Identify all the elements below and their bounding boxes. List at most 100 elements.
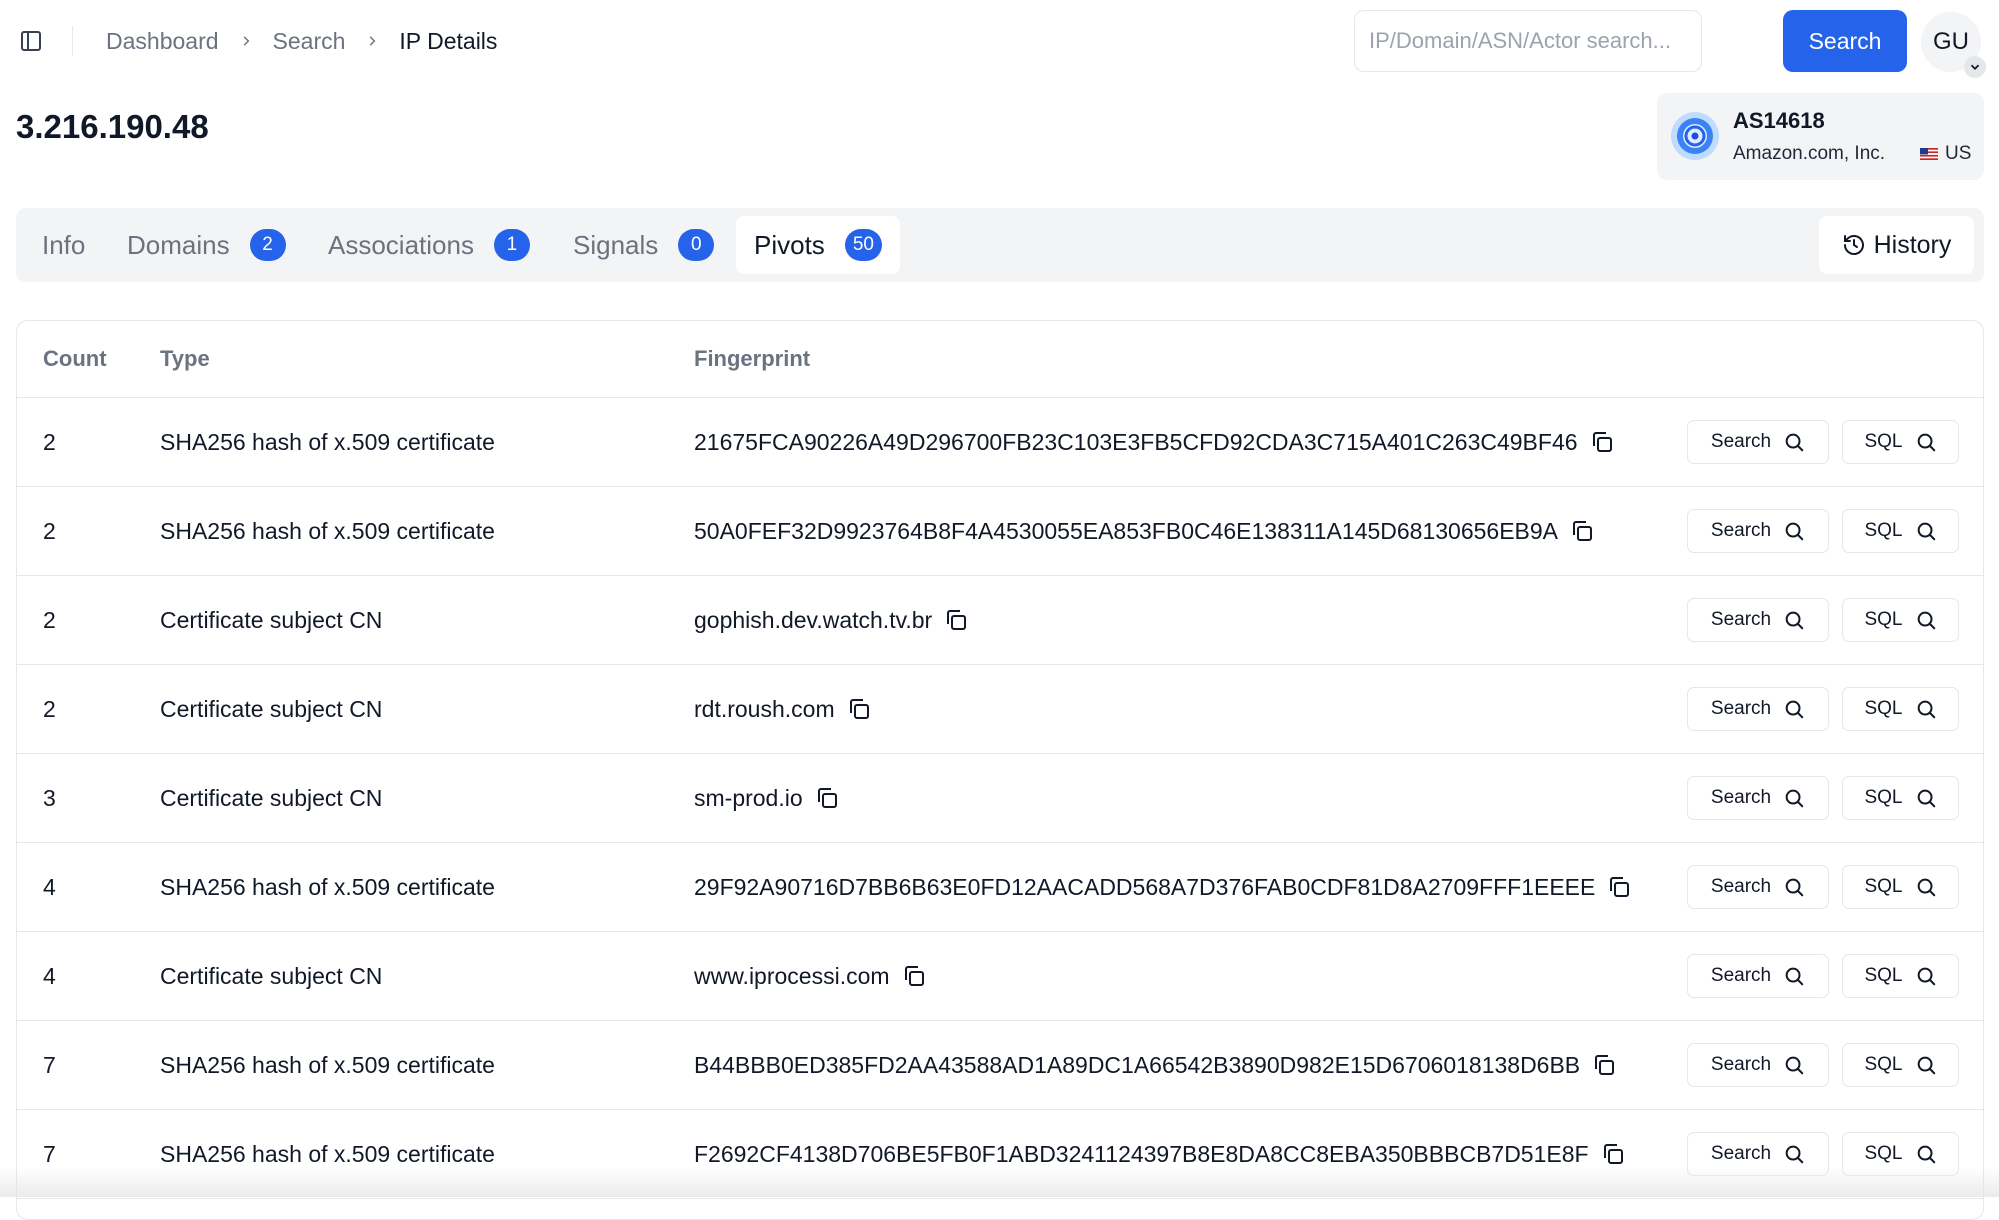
- header-count: Count: [43, 346, 107, 371]
- count-cell: 2: [43, 606, 56, 633]
- type-cell: Certificate subject CN: [160, 695, 383, 722]
- tab-domains[interactable]: Domains 2: [127, 216, 286, 274]
- type-cell: Certificate subject CN: [160, 962, 383, 989]
- table-row: 2 Certificate subject CN rdt.roush.com S…: [17, 665, 1983, 754]
- header-fingerprint: Fingerprint: [694, 346, 811, 371]
- search-icon: [1785, 611, 1804, 630]
- row-sql-button[interactable]: SQL: [1842, 687, 1959, 731]
- fingerprint-cell: sm-prod.io: [694, 754, 839, 842]
- table-row: 2 SHA256 hash of x.509 certificate 50A0F…: [17, 487, 1983, 576]
- search-input[interactable]: [1354, 10, 1702, 72]
- asn-card[interactable]: AS14618 Amazon.com, Inc. US: [1657, 93, 1984, 180]
- count-cell: 4: [43, 962, 56, 989]
- search-icon: [1785, 878, 1804, 897]
- history-icon: [1843, 235, 1864, 255]
- row-sql-label: SQL: [1864, 876, 1903, 897]
- scroll-fade: [0, 1167, 1999, 1197]
- table-row: 2 SHA256 hash of x.509 certificate 21675…: [17, 398, 1983, 487]
- copy-icon[interactable]: [1601, 1142, 1625, 1166]
- tabs-bar: Info Domains 2 Associations 1 Signals 0 …: [16, 208, 1984, 282]
- topbar-divider: [72, 26, 73, 56]
- search-icon: [1917, 789, 1935, 808]
- copy-icon[interactable]: [902, 964, 926, 988]
- fingerprint-cell: gophish.dev.watch.tv.br: [694, 576, 968, 664]
- tab-signals[interactable]: Signals 0: [573, 216, 715, 274]
- asn-org: Amazon.com, Inc.: [1733, 143, 1886, 164]
- search-icon: [1785, 789, 1804, 808]
- table-header: Count Type Fingerprint: [17, 321, 1983, 398]
- breadcrumb-search[interactable]: Search: [273, 28, 346, 55]
- row-sql-label: SQL: [1864, 1143, 1903, 1164]
- breadcrumb: Dashboard Search IP Details: [106, 24, 497, 58]
- row-search-button[interactable]: Search: [1687, 1043, 1829, 1087]
- row-search-button[interactable]: Search: [1687, 865, 1829, 909]
- row-sql-button[interactable]: SQL: [1842, 954, 1959, 998]
- breadcrumb-dashboard[interactable]: Dashboard: [106, 28, 219, 55]
- tab-label: Pivots: [754, 229, 825, 260]
- copy-icon[interactable]: [847, 697, 871, 721]
- table-row: 4 Certificate subject CN www.iprocessi.c…: [17, 932, 1983, 1021]
- row-search-label: Search: [1710, 698, 1772, 719]
- search-icon: [1785, 1056, 1804, 1075]
- table-row: 2 Certificate subject CN gophish.dev.wat…: [17, 576, 1983, 665]
- search-icon: [1785, 1145, 1804, 1164]
- tab-pivots[interactable]: Pivots 50: [736, 216, 900, 274]
- search-icon: [1785, 700, 1804, 719]
- fingerprint-cell: B44BBB0ED385FD2AA43588AD1A89DC1A66542B38…: [694, 1021, 1616, 1109]
- search-icon: [1917, 967, 1935, 986]
- fingerprint-text: www.iprocessi.com: [694, 962, 890, 989]
- tab-info[interactable]: Info: [42, 216, 85, 274]
- row-search-label: Search: [1710, 520, 1772, 541]
- row-search-button[interactable]: Search: [1687, 509, 1829, 553]
- search-icon: [1785, 522, 1804, 541]
- chevron-down-icon[interactable]: [1964, 56, 1986, 78]
- asn-logo-icon: [1669, 110, 1721, 162]
- history-label: History: [1873, 230, 1952, 259]
- search-icon: [1785, 433, 1804, 452]
- search-icon: [1917, 611, 1935, 630]
- fingerprint-text: 50A0FEF32D9923764B8F4A4530055EA853FB0C46…: [694, 517, 1559, 544]
- copy-icon[interactable]: [1607, 875, 1631, 899]
- history-button[interactable]: History: [1819, 216, 1974, 274]
- asn-country-code: US: [1945, 143, 1972, 164]
- fingerprint-text: rdt.roush.com: [694, 695, 835, 722]
- table-row: 4 SHA256 hash of x.509 certificate 29F92…: [17, 843, 1983, 932]
- tab-associations[interactable]: Associations 1: [328, 216, 530, 274]
- table-row: 7 SHA256 hash of x.509 certificate B44BB…: [17, 1021, 1983, 1110]
- fingerprint-text: B44BBB0ED385FD2AA43588AD1A89DC1A66542B38…: [694, 1051, 1581, 1078]
- row-search-button[interactable]: Search: [1687, 598, 1829, 642]
- row-search-label: Search: [1710, 876, 1772, 897]
- search-button[interactable]: Search: [1783, 10, 1907, 72]
- fingerprint-text: sm-prod.io: [694, 784, 803, 811]
- row-sql-label: SQL: [1864, 609, 1903, 630]
- asn-country: US: [1920, 143, 1971, 165]
- row-sql-button[interactable]: SQL: [1842, 865, 1959, 909]
- row-sql-button[interactable]: SQL: [1842, 420, 1959, 464]
- count-cell: 4: [43, 873, 56, 900]
- row-search-label: Search: [1710, 431, 1772, 452]
- row-sql-button[interactable]: SQL: [1842, 598, 1959, 642]
- type-cell: SHA256 hash of x.509 certificate: [160, 873, 495, 900]
- us-flag-icon: [1920, 148, 1938, 160]
- row-sql-button[interactable]: SQL: [1842, 776, 1959, 820]
- fingerprint-cell: 50A0FEF32D9923764B8F4A4530055EA853FB0C46…: [694, 487, 1594, 575]
- copy-icon[interactable]: [1592, 1053, 1616, 1077]
- row-sql-button[interactable]: SQL: [1842, 509, 1959, 553]
- search-icon: [1917, 522, 1935, 541]
- count-badge: 1: [493, 229, 530, 261]
- copy-icon[interactable]: [1590, 430, 1614, 454]
- search-icon: [1917, 1056, 1935, 1075]
- row-search-button[interactable]: Search: [1687, 420, 1829, 464]
- row-search-button[interactable]: Search: [1687, 776, 1829, 820]
- fingerprint-cell: www.iprocessi.com: [694, 932, 926, 1020]
- copy-icon[interactable]: [815, 786, 839, 810]
- row-sql-button[interactable]: SQL: [1842, 1043, 1959, 1087]
- search-icon: [1917, 700, 1935, 719]
- fingerprint-cell: 21675FCA90226A49D296700FB23C103E3FB5CFD9…: [694, 398, 1614, 486]
- sidebar-toggle-icon[interactable]: [16, 26, 46, 56]
- copy-icon[interactable]: [1570, 519, 1594, 543]
- copy-icon[interactable]: [944, 608, 968, 632]
- row-sql-label: SQL: [1864, 1054, 1903, 1075]
- row-search-button[interactable]: Search: [1687, 687, 1829, 731]
- row-search-button[interactable]: Search: [1687, 954, 1829, 998]
